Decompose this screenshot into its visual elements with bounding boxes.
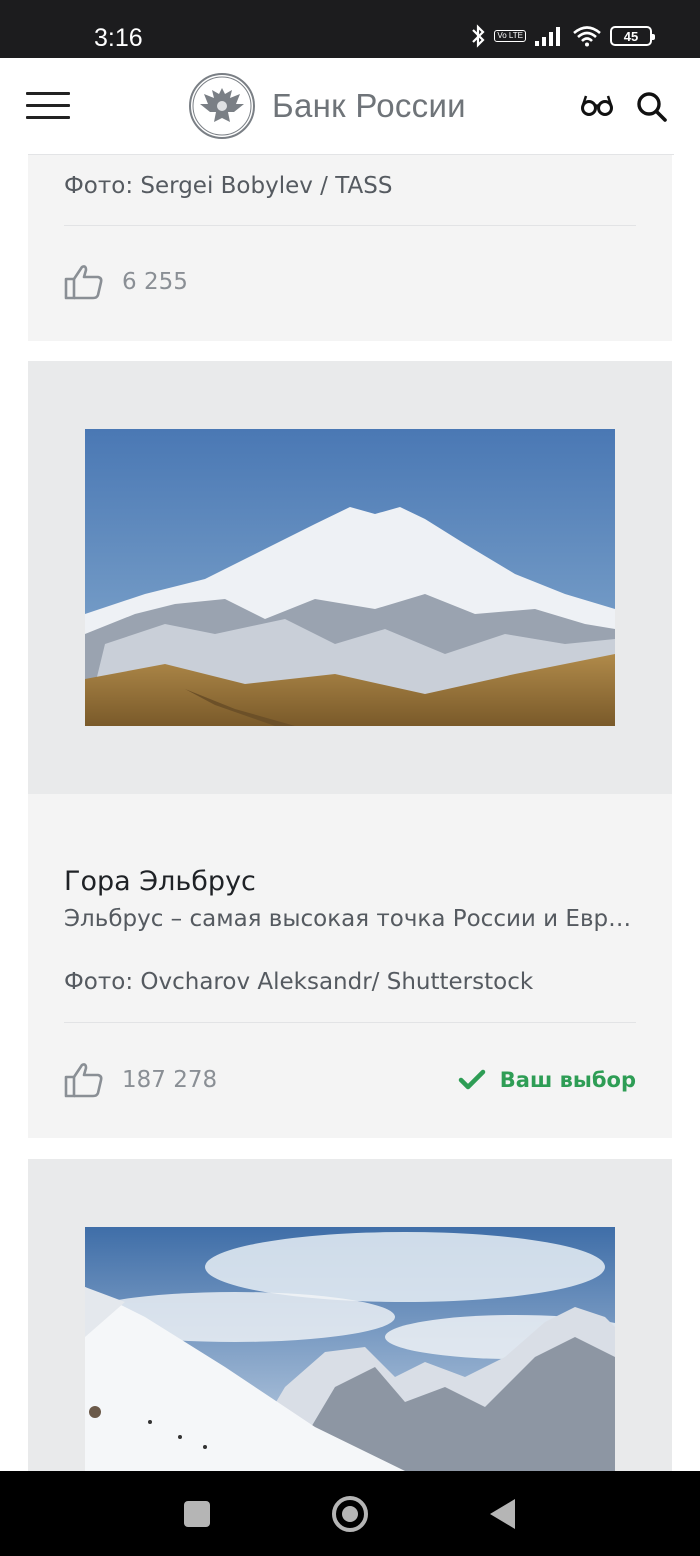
- brand-logo[interactable]: Банк России: [188, 72, 466, 140]
- battery-level: 45: [623, 28, 639, 44]
- bluetooth-icon: [472, 24, 485, 48]
- status-bar: 3:16 Vo LTE 45: [0, 0, 700, 58]
- photo-card: Гора Эльбрус Эльбрус – самая высокая точ…: [28, 361, 672, 1138]
- wifi-icon: [573, 26, 601, 47]
- signal-icon: [535, 27, 560, 46]
- status-icons: Vo LTE 45: [470, 24, 655, 48]
- like-count: 6 255: [122, 269, 188, 295]
- your-choice-label: Ваш выбор: [499, 1068, 636, 1092]
- elbrus-photo[interactable]: [85, 429, 615, 726]
- volte-icon: Vo LTE: [494, 30, 526, 42]
- site-header: Банк России: [0, 58, 700, 155]
- back-icon[interactable]: [490, 1499, 515, 1529]
- photo-credit: Фото: Ovcharov Aleksandr/ Shutterstock: [64, 969, 534, 995]
- menu-icon[interactable]: [26, 92, 70, 120]
- card-title: Гора Эльбрус: [64, 866, 256, 897]
- checkmark-icon: [458, 1069, 486, 1090]
- battery-icon: 45: [610, 26, 655, 46]
- thumbs-up-icon: [64, 265, 103, 300]
- brand-name: Банк России: [272, 87, 466, 124]
- card-divider: [64, 225, 636, 226]
- card-divider: [64, 1022, 636, 1023]
- recents-icon[interactable]: [184, 1501, 210, 1527]
- system-nav-bar: [0, 1471, 700, 1556]
- photo-frame: [28, 1159, 672, 1471]
- home-icon[interactable]: [332, 1496, 368, 1532]
- like-count: 187 278: [122, 1067, 218, 1093]
- thumbs-up-icon: [64, 1063, 103, 1098]
- like-button[interactable]: 6 255: [64, 264, 188, 300]
- search-icon[interactable]: [636, 91, 668, 123]
- your-choice-badge: Ваш выбор: [458, 1068, 636, 1092]
- photo-card: [28, 1159, 672, 1471]
- photo-card: Фото: Sergei Bobylev / TASS 6 255: [28, 155, 672, 341]
- card-description: Эльбрус – самая высокая точка России и Е…: [64, 906, 634, 932]
- emblem-logo: [189, 73, 255, 139]
- photo-frame: [28, 361, 672, 794]
- clock: 3:16: [94, 24, 143, 52]
- mountain-snow-photo[interactable]: [85, 1227, 615, 1471]
- like-button[interactable]: 187 278: [64, 1062, 217, 1098]
- photo-credit: Фото: Sergei Bobylev / TASS: [64, 173, 393, 199]
- glasses-icon[interactable]: [580, 93, 614, 117]
